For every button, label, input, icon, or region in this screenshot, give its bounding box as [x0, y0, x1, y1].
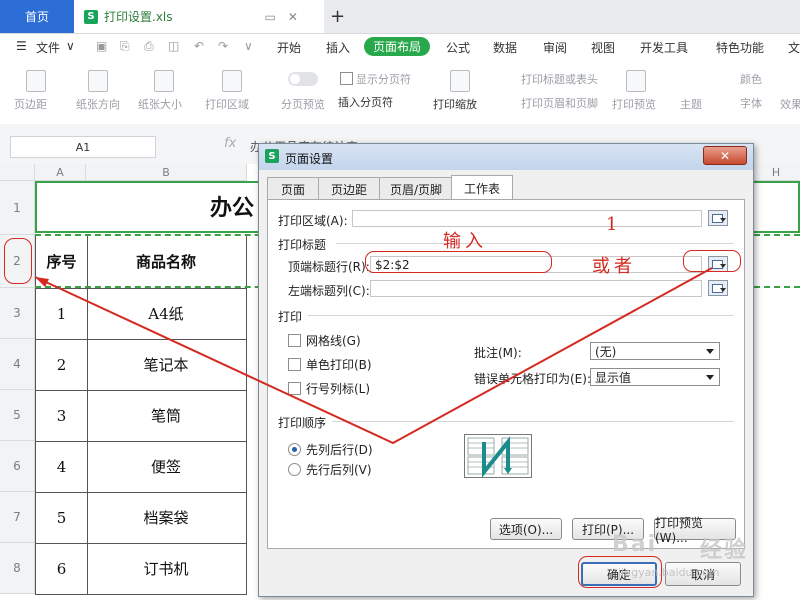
annotation-arrow-head	[35, 277, 49, 287]
jingyan-watermark: 经验	[700, 538, 749, 563]
watermark-url: jingyan.baidu.com	[618, 566, 720, 579]
annotation-arrows	[34, 267, 713, 445]
annotation-arrow-line	[34, 267, 713, 445]
baidu-watermark: Bai	[612, 532, 658, 557]
